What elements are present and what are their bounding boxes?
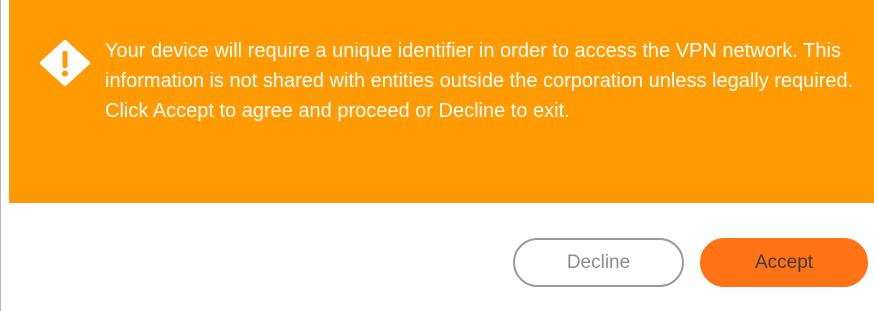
vpn-consent-dialog: Your device will require a unique identi… [0,0,874,311]
warning-icon [40,40,90,86]
warning-banner: Your device will require a unique identi… [9,0,874,203]
consent-message: Your device will require a unique identi… [105,40,854,122]
accept-button[interactable]: Accept [700,238,868,287]
decline-button[interactable]: Decline [513,238,684,287]
